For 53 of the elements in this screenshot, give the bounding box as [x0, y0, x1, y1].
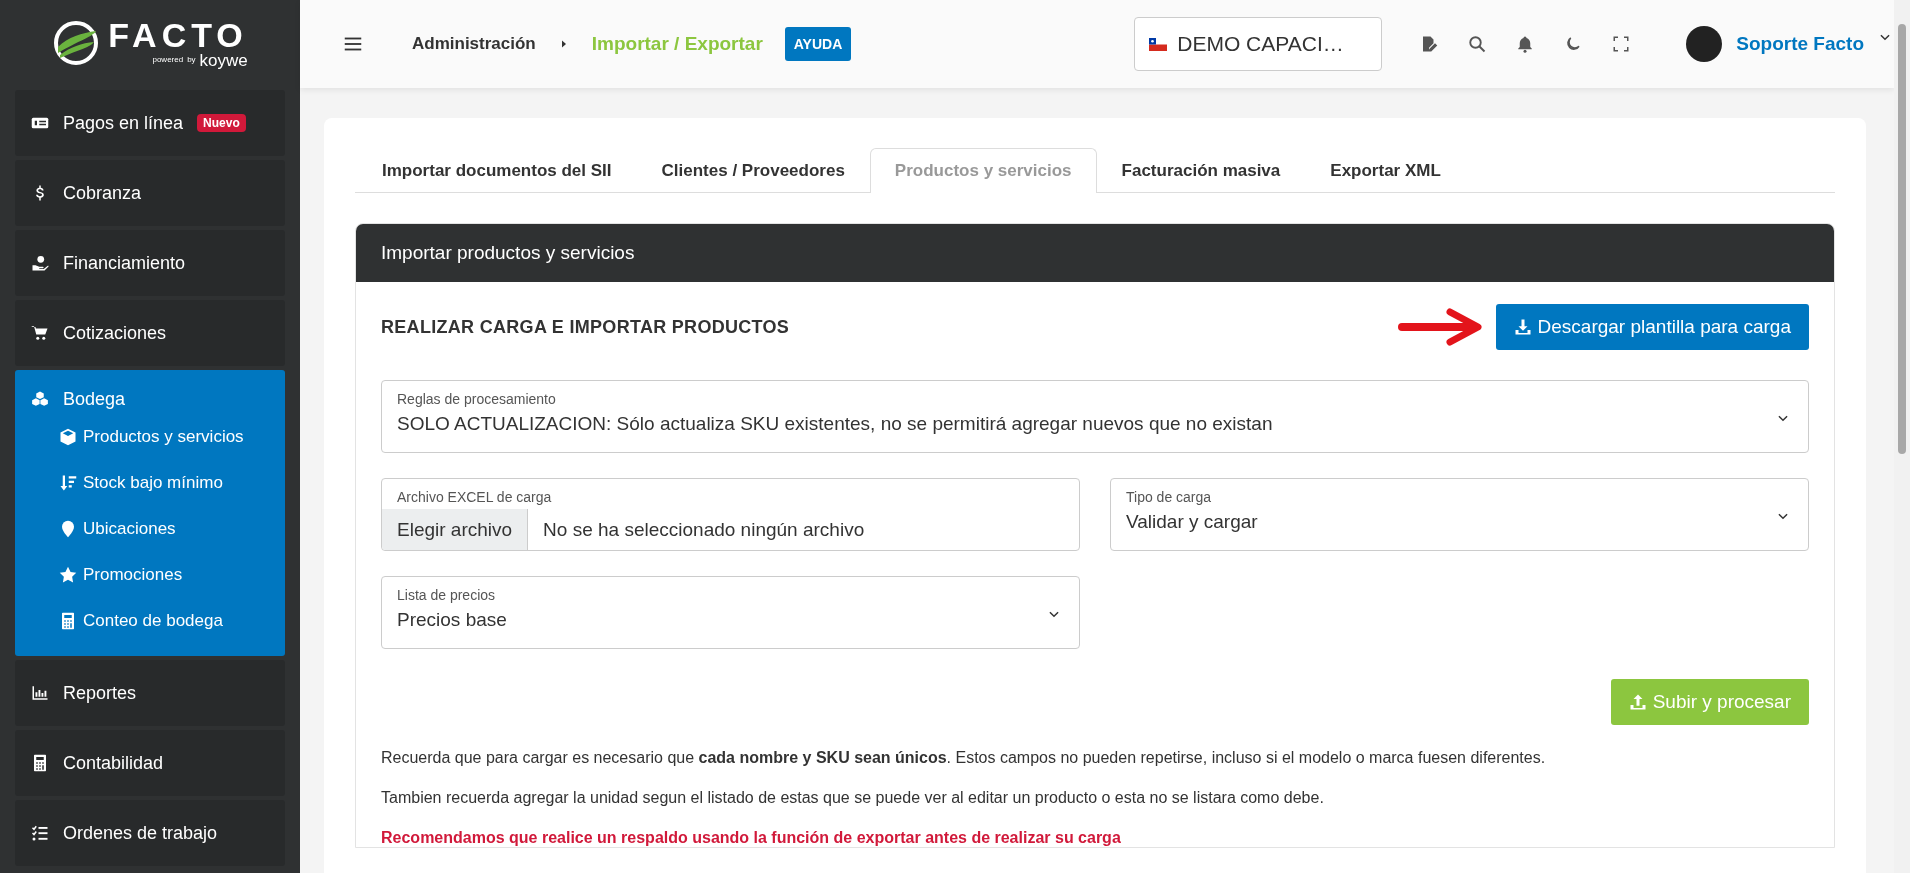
checklist-icon	[31, 824, 49, 842]
breadcrumb-current: Importar / Exportar	[591, 33, 763, 55]
sidebar-item[interactable]: Cobranza	[15, 160, 285, 226]
sidebar-item[interactable]: Cotizaciones	[15, 300, 285, 366]
select-field[interactable]: Reglas de procesamiento SOLO ACTUALIZACION: Sólo actualiza SKU existentes, no se permitirá agregar nuevos que no existan	[381, 380, 1809, 453]
sidebar-subitem[interactable]: Promociones	[15, 552, 285, 598]
sidebar-subitem[interactable]: Ubicaciones	[15, 506, 285, 552]
user-name[interactable]: Soporte Facto	[1736, 33, 1864, 55]
logo-swoosh-icon	[52, 19, 101, 67]
cart-icon	[31, 324, 49, 342]
download-template-button[interactable]: Descargar plantilla para carga	[1495, 304, 1809, 350]
sidebar-item[interactable]: Pagos en línea Nuevo	[15, 90, 285, 156]
sidebar-item[interactable]: Contabilidad	[15, 730, 285, 796]
select-field[interactable]: Tipo de carga Validar y cargar	[1110, 478, 1809, 551]
panel-title: Importar productos y servicios	[356, 224, 1834, 282]
map-pin-icon	[59, 520, 77, 538]
sidebar-item[interactable]: Bodega	[15, 384, 285, 414]
sidebar-subitem[interactable]: Productos y servicios	[15, 414, 285, 460]
section-heading: REALIZAR CARGA E IMPORTAR PRODUCTOS	[381, 316, 791, 338]
by-label: by	[187, 56, 196, 64]
flag-icon	[1149, 37, 1168, 51]
sidebar-item[interactable]: Reportes	[15, 660, 285, 726]
file-input-field[interactable]: Archivo EXCEL de carga Elegir archivo No se ha seleccionado ningún archivo	[381, 478, 1080, 551]
user-avatar[interactable]	[1686, 26, 1723, 62]
info-text: Tambien recuerda agregar la unidad segun el listado de estas que se puede ver al editar un producto o esta no se listara como debe.	[381, 789, 1325, 807]
help-button[interactable]: AYUDA	[784, 27, 852, 61]
tab[interactable]: Facturación masiva	[1096, 148, 1306, 193]
new-badge: Nuevo	[197, 114, 246, 132]
bar-chart-icon	[31, 684, 49, 702]
warning-text: Recomendamos que realice un respaldo usando la función de exportar antes de realizar su carga	[381, 829, 1122, 847]
powered-label: powered	[152, 56, 184, 64]
cube-icon	[59, 428, 77, 446]
star-icon	[59, 566, 77, 584]
boxes-icon	[31, 390, 49, 408]
sidebar-item[interactable]: Financiamiento	[15, 230, 285, 296]
upload-icon	[1628, 693, 1647, 711]
choose-file-button[interactable]: Elegir archivo	[382, 509, 529, 550]
sidebar-subitem[interactable]: Conteo de bodega	[15, 598, 285, 644]
sidebar-item[interactable]: Ordenes de trabajo	[15, 800, 285, 866]
calculator-icon	[59, 612, 77, 630]
tab[interactable]: Exportar XML	[1305, 148, 1466, 193]
calculator-icon	[31, 754, 49, 772]
logo-wordmark: FACTO	[108, 17, 248, 52]
tab[interactable]: Importar documentos del SII	[357, 148, 637, 193]
hand-coin-icon	[31, 254, 49, 272]
tab[interactable]: Clientes / Proveedores	[636, 148, 870, 193]
sidebar-subitem[interactable]: Stock bajo mínimo	[15, 460, 285, 506]
brand-name: koywe	[199, 51, 248, 69]
download-icon	[1513, 318, 1532, 336]
sort-down-icon	[59, 474, 77, 492]
breadcrumb-link[interactable]: Administración	[412, 34, 536, 54]
info-text: Recuerda que para cargar es necesario que cada nombre y SKU sean únicos. Estos campos no pueden repetirse, incluso si el modelo o marca fuesen diferentes.	[381, 749, 1547, 767]
select-field[interactable]: Lista de precios Precios base	[381, 576, 1080, 649]
